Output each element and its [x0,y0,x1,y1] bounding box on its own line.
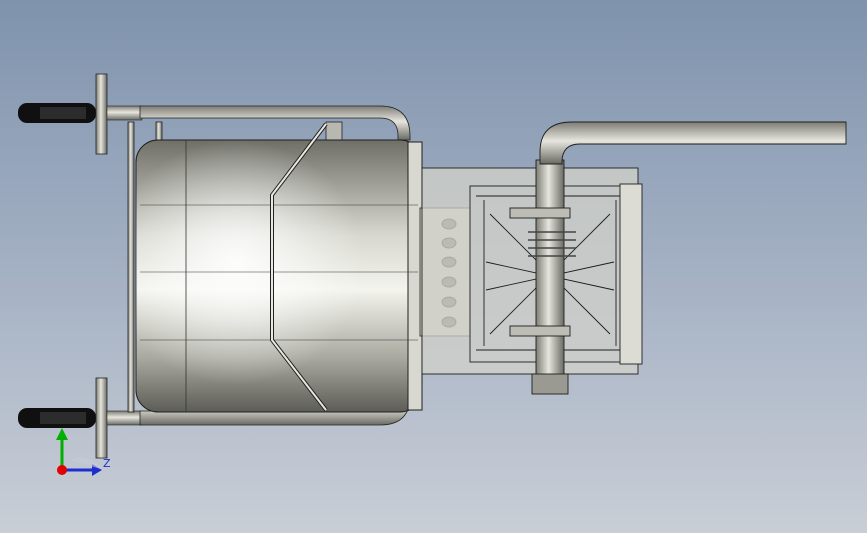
caster-stem-bottom [106,410,143,426]
caster-plate-top [95,73,108,155]
x-axis-origin [57,465,67,475]
triad-shadow [70,457,104,470]
cad-viewport[interactable]: Z [0,0,867,533]
mixer-drum[interactable] [135,122,423,413]
model-render[interactable] [0,0,867,533]
caster-top[interactable] [18,73,143,155]
caster-plate-bottom [95,377,108,459]
z-axis-label: Z [103,457,111,470]
tow-handle[interactable] [539,121,847,165]
caster-stem-top [106,105,143,121]
wheel-tread-top [40,107,86,119]
y-axis-head [56,428,68,440]
chassis-frame[interactable] [421,167,643,375]
caster-bottom[interactable] [18,377,143,459]
wheel-tread-bottom [40,412,86,424]
